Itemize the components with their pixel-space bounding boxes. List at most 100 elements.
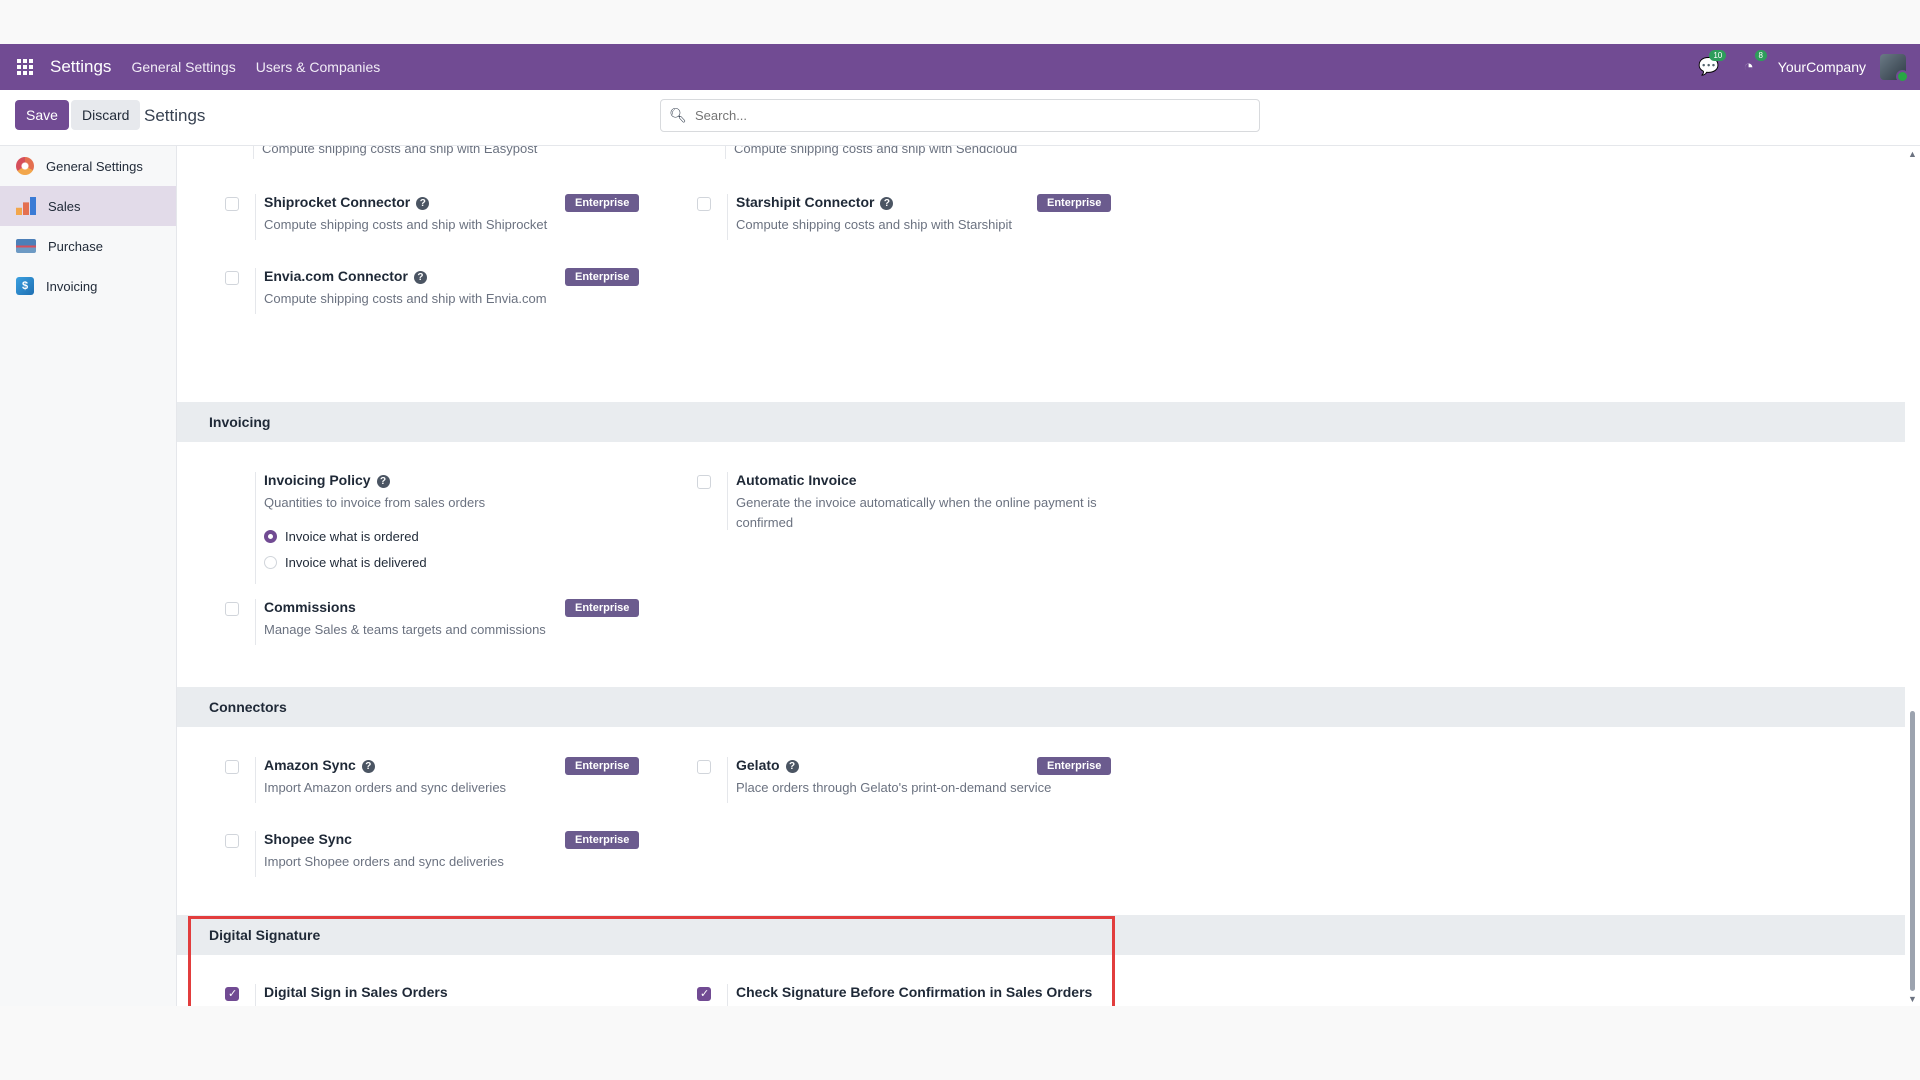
apps-menu-button[interactable] — [0, 44, 50, 90]
top-navbar: Settings General Settings Users & Compan… — [0, 44, 1920, 90]
app-root: Settings General Settings Users & Compan… — [0, 0, 1920, 1080]
settings-content: Compute shipping costs and ship with Eas… — [177, 146, 1905, 1006]
company-switcher[interactable]: YourCompany — [1778, 59, 1866, 75]
save-button[interactable]: Save — [15, 100, 69, 130]
setting-title: Shiprocket Connector? — [264, 194, 430, 210]
sidebar-item-general-settings[interactable]: General Settings — [0, 146, 176, 186]
clock-icon: ◔ — [1743, 57, 1754, 76]
sidebar-item-label: Invoicing — [46, 278, 98, 294]
setting-divider — [255, 599, 256, 645]
setting-title: Shopee Sync — [264, 831, 352, 847]
setting-title-text: Invoicing Policy — [264, 472, 371, 488]
amazon-sync-checkbox[interactable] — [225, 760, 239, 774]
setting-divider — [253, 146, 254, 159]
sidebar-item-label: Sales — [48, 198, 81, 214]
user-avatar[interactable] — [1880, 54, 1909, 83]
setting-title-text: Amazon Sync — [264, 757, 356, 773]
shopee-sync-checkbox[interactable] — [225, 834, 239, 848]
odoo-window: Settings General Settings Users & Compan… — [0, 44, 1920, 1006]
radio-invoice-ordered[interactable]: Invoice what is ordered — [264, 529, 419, 544]
menu-users-companies[interactable]: Users & Companies — [256, 59, 381, 75]
envia-checkbox[interactable] — [225, 271, 239, 285]
enterprise-badge: Enterprise — [565, 194, 640, 212]
setting-description: Compute shipping costs and ship with Env… — [264, 291, 547, 306]
settings-sidebar: General Settings Sales Purchase $ Invoic… — [0, 146, 177, 1006]
setting-description: Compute shipping costs and ship with Shi… — [264, 217, 548, 232]
setting-description: Compute shipping costs and ship with Sen… — [734, 146, 1018, 156]
menu-general-settings[interactable]: General Settings — [131, 59, 235, 75]
commissions-checkbox[interactable] — [225, 602, 239, 616]
setting-title: Amazon Sync? — [264, 757, 375, 773]
search-box: 🔍︎ — [660, 99, 1260, 132]
enterprise-badge: Enterprise — [565, 599, 640, 617]
shiprocket-checkbox[interactable] — [225, 197, 239, 211]
search-input[interactable] — [695, 108, 1235, 123]
setting-divider — [255, 472, 256, 584]
scroll-up-arrow-icon[interactable]: ▲ — [1908, 149, 1917, 159]
gelato-checkbox[interactable] — [697, 760, 711, 774]
sidebar-item-sales[interactable]: Sales — [0, 186, 176, 226]
setting-divider — [255, 757, 256, 803]
starshipit-checkbox[interactable] — [697, 197, 711, 211]
help-icon[interactable]: ? — [785, 760, 799, 773]
content-scrollbar[interactable]: ▲ ▼ — [1905, 146, 1920, 1006]
setting-divider — [727, 757, 728, 803]
section-invoicing-heading: Invoicing — [177, 402, 1905, 442]
setting-title: Commissions — [264, 599, 356, 615]
setting-divider — [727, 194, 728, 240]
setting-title-text: Envia.com Connector — [264, 268, 408, 284]
setting-description: Place orders through Gelato's print-on-d… — [736, 780, 1052, 795]
search-icon: 🔍︎ — [669, 107, 687, 123]
systray: 💬 10 ◔ 8 YourCompany — [1698, 44, 1920, 90]
scrollbar-thumb[interactable] — [1910, 711, 1915, 991]
setting-title-text: Gelato — [736, 757, 780, 773]
help-icon[interactable]: ? — [880, 197, 894, 210]
sidebar-item-purchase[interactable]: Purchase — [0, 226, 176, 266]
messages-button[interactable]: 💬 10 — [1698, 50, 1727, 77]
discard-button[interactable]: Discard — [71, 100, 141, 130]
setting-description: Compute shipping costs and ship with Sta… — [736, 217, 1013, 232]
setting-description: Import Amazon orders and sync deliveries — [264, 780, 507, 795]
setting-divider — [727, 472, 728, 530]
section-connectors-heading: Connectors — [177, 687, 1905, 727]
gear-logo-icon — [16, 157, 34, 175]
page-title: Settings — [144, 106, 206, 125]
control-panel: Save Discard Settings 🔍︎ — [0, 90, 1920, 146]
setting-invoicing-policy: Invoicing Policy? Quantities to invoice … — [225, 472, 665, 584]
radio-invoice-delivered[interactable]: Invoice what is delivered — [264, 555, 427, 570]
enterprise-badge: Enterprise — [1037, 194, 1112, 212]
setting-title: Envia.com Connector? — [264, 268, 427, 284]
setting-divider — [725, 146, 726, 159]
activities-counter: 8 — [1754, 50, 1767, 61]
activities-button[interactable]: ◔ 8 — [1743, 50, 1767, 77]
radio-button[interactable] — [264, 530, 277, 543]
app-brand[interactable]: Settings — [50, 57, 111, 77]
enterprise-badge: Enterprise — [565, 831, 640, 849]
setting-description: Quantities to invoice from sales orders — [264, 495, 486, 510]
enterprise-badge: Enterprise — [565, 268, 640, 286]
setting-title: Starshipit Connector? — [736, 194, 894, 210]
purchase-icon — [16, 239, 36, 253]
setting-divider — [255, 831, 256, 877]
radio-button[interactable] — [264, 556, 277, 569]
help-icon[interactable]: ? — [413, 271, 427, 284]
setting-title: Automatic Invoice — [736, 472, 857, 488]
scroll-down-arrow-icon[interactable]: ▼ — [1908, 994, 1917, 1004]
highlight-box — [188, 916, 1115, 1006]
setting-divider — [255, 268, 256, 314]
sidebar-item-label: Purchase — [48, 238, 103, 254]
sidebar-item-invoicing[interactable]: $ Invoicing — [0, 266, 176, 306]
setting-divider — [255, 194, 256, 240]
automatic-invoice-checkbox[interactable] — [697, 475, 711, 489]
messages-counter: 10 — [1709, 50, 1727, 61]
enterprise-badge: Enterprise — [1037, 757, 1112, 775]
help-icon[interactable]: ? — [376, 475, 390, 488]
radio-label: Invoice what is delivered — [285, 555, 427, 570]
help-icon[interactable]: ? — [416, 197, 430, 210]
setting-description: Import Shopee orders and sync deliveries — [264, 854, 504, 869]
setting-description: Generate the invoice automatically when … — [736, 495, 1097, 530]
help-icon[interactable]: ? — [361, 760, 375, 773]
enterprise-badge: Enterprise — [565, 757, 640, 775]
setting-title-text: Shiprocket Connector — [264, 194, 411, 210]
setting-description: Compute shipping costs and ship with Eas… — [262, 146, 538, 156]
